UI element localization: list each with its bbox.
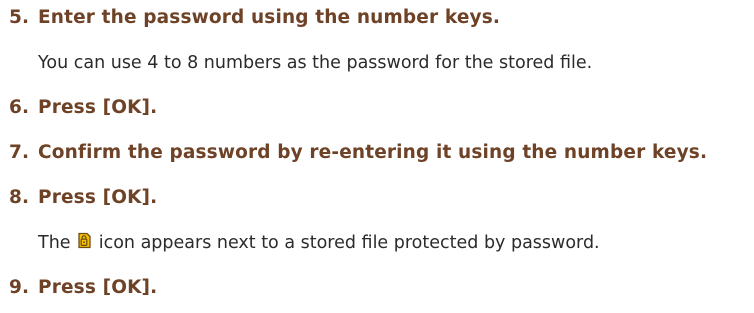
- step-8-title: 8. Press [OK].: [9, 186, 157, 210]
- step-number: 8.: [9, 187, 30, 208]
- step-title-text: Enter the password using the number keys…: [38, 7, 501, 28]
- step-number: 9.: [9, 277, 30, 298]
- password-protected-file-icon: [78, 232, 91, 249]
- note-text-after-icon: icon appears next to a stored file prote…: [98, 233, 600, 253]
- step-6-title: 6. Press [OK].: [9, 96, 157, 120]
- step-title-text: Confirm the password by re-entering it u…: [38, 142, 708, 163]
- step-title-text: Press [OK].: [38, 97, 158, 118]
- step-8-note: The icon appears next to a stored file p…: [38, 231, 600, 255]
- step-7-title: 7. Confirm the password by re-entering it…: [9, 141, 707, 165]
- step-title-text: Press [OK].: [38, 277, 158, 298]
- step-number: 5.: [9, 7, 30, 28]
- step-5-title: 5. Enter the password using the number ke…: [9, 6, 500, 30]
- step-5-note: You can use 4 to 8 numbers as the passwo…: [38, 53, 593, 73]
- step-number: 6.: [9, 97, 30, 118]
- step-9-title: 9. Press [OK].: [9, 276, 157, 300]
- step-number: 7.: [9, 142, 30, 163]
- step-title-text: Press [OK].: [38, 187, 158, 208]
- note-text-before-icon: The: [38, 233, 71, 253]
